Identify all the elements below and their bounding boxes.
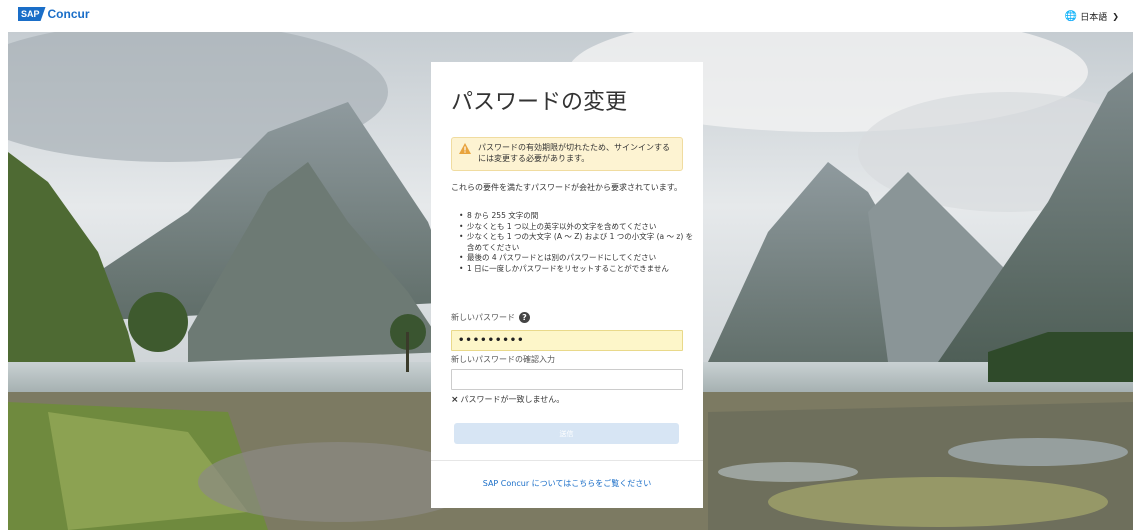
error-text: パスワードが一致しません。 bbox=[460, 395, 565, 404]
about-sap-concur-link[interactable]: SAP Concur についてはこちらをご覧ください bbox=[431, 478, 703, 489]
error-x-icon: × bbox=[451, 394, 459, 405]
confirm-password-input[interactable] bbox=[451, 369, 683, 390]
sap-concur-logo[interactable]: SAP Concur bbox=[18, 7, 90, 21]
submit-button[interactable]: 送信 bbox=[454, 423, 679, 444]
chevron-down-icon: ❯ bbox=[1112, 12, 1119, 21]
language-label: 日本語 bbox=[1080, 13, 1108, 23]
warning-icon bbox=[459, 143, 471, 154]
concur-logo-text: Concur bbox=[47, 7, 90, 21]
confirm-password-label-text: 新しいパスワードの確認入力 bbox=[451, 355, 555, 364]
divider bbox=[431, 460, 703, 461]
requirement-item: 8 から 255 文字の間 bbox=[459, 211, 697, 222]
change-password-card: パスワードの変更 パスワードの有効期限が切れたため、サインインするには変更する必… bbox=[431, 62, 703, 508]
new-password-input[interactable] bbox=[451, 330, 683, 351]
alert-text: パスワードの有効期限が切れたため、サインインするには変更する必要があります。 bbox=[478, 143, 670, 163]
password-mismatch-error: × パスワードが一致しません。 bbox=[451, 394, 564, 405]
sap-logo-mark: SAP bbox=[18, 7, 46, 21]
top-bar: SAP Concur 🌐 日本語 ❯ bbox=[0, 0, 1133, 32]
new-password-label-text: 新しいパスワード bbox=[451, 313, 515, 322]
requirement-item: 1 日に一度しかパスワードをリセットすることができません bbox=[459, 264, 697, 275]
language-selector[interactable]: 🌐 日本語 ❯ bbox=[1065, 10, 1119, 23]
globe-icon: 🌐 bbox=[1064, 11, 1078, 22]
confirm-password-label: 新しいパスワードの確認入力 bbox=[451, 354, 555, 365]
requirement-item: 少なくとも 1 つ以上の英字以外の文字を含めてください bbox=[459, 222, 697, 233]
page-title: パスワードの変更 bbox=[451, 90, 628, 115]
new-password-label: 新しいパスワード ? bbox=[451, 312, 530, 323]
requirement-item: 最後の 4 パスワードとは別のパスワードにしてください bbox=[459, 253, 697, 264]
password-expired-alert: パスワードの有効期限が切れたため、サインインするには変更する必要があります。 bbox=[451, 137, 683, 171]
help-icon[interactable]: ? bbox=[519, 312, 530, 323]
requirements-intro: これらの要件を満たすパスワードが会社から要求されています。 bbox=[451, 183, 682, 192]
requirement-item: 少なくとも 1 つの大文字 (A ～ Z) および 1 つの小文字 (a ～ z… bbox=[459, 232, 697, 253]
requirements-list: 8 から 255 文字の間 少なくとも 1 つ以上の英字以外の文字を含めてくださ… bbox=[451, 211, 697, 274]
